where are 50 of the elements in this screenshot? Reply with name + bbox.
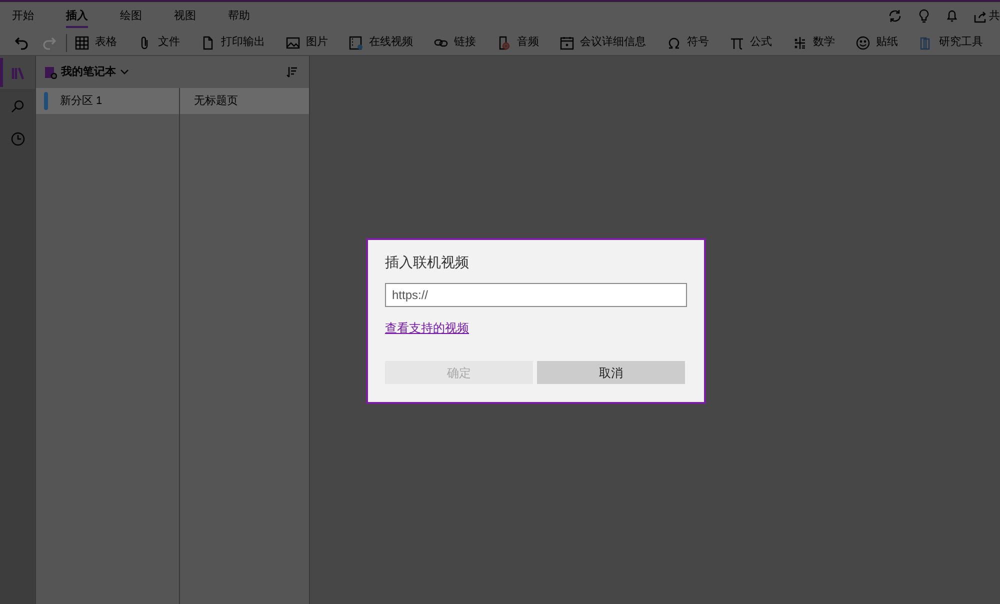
math-icon bbox=[793, 36, 807, 50]
smiley-icon bbox=[856, 36, 870, 50]
bell-icon bbox=[946, 9, 958, 23]
calendar-icon bbox=[560, 36, 574, 50]
toolbar-button[interactable]: 音频 bbox=[493, 30, 543, 55]
ribbon-tab[interactable]: 绘图 bbox=[111, 2, 151, 30]
section-label: 新分区 1 bbox=[60, 94, 102, 109]
toolbar-button[interactable]: 数学 bbox=[789, 30, 839, 55]
toolbar-button[interactable]: 图片 bbox=[282, 30, 332, 55]
image-icon bbox=[286, 36, 300, 50]
undo-icon bbox=[14, 36, 28, 50]
toolbar-button[interactable]: 链接 bbox=[430, 30, 480, 55]
toolbar-button[interactable]: 打印输出 bbox=[197, 30, 269, 55]
notebook-selector[interactable]: 我的笔记本 bbox=[44, 64, 129, 80]
share-icon bbox=[974, 10, 987, 22]
audio-icon bbox=[497, 36, 511, 50]
sync-icon bbox=[888, 9, 902, 23]
ribbon-tab[interactable]: 帮助 bbox=[219, 2, 259, 30]
pi-icon bbox=[730, 36, 744, 50]
toolbar-button[interactable]: 文件 bbox=[134, 30, 184, 55]
clock-icon bbox=[10, 132, 24, 146]
toolbar-button[interactable]: 符号 bbox=[663, 30, 713, 55]
url-field[interactable]: https:// bbox=[385, 283, 687, 307]
lightbulb-icon bbox=[918, 9, 930, 23]
toolbar-button[interactable]: 贴纸 bbox=[852, 30, 902, 55]
ribbon-tab[interactable]: 插入 bbox=[57, 2, 97, 30]
redo-icon bbox=[42, 36, 56, 50]
omega-icon bbox=[667, 36, 681, 50]
toolbar-button[interactable]: 研究工具 bbox=[915, 30, 987, 55]
table-icon bbox=[75, 36, 89, 50]
sort-icon bbox=[286, 66, 298, 78]
toolbar-button[interactable]: 公式 bbox=[726, 30, 776, 55]
ribbon-tab[interactable]: 视图 bbox=[165, 2, 205, 30]
section-tab[interactable]: 新分区 1 bbox=[36, 88, 179, 114]
document-icon bbox=[201, 36, 215, 50]
notebooks-button[interactable] bbox=[0, 56, 35, 89]
toolbar-button[interactable]: 会议详细信息 bbox=[556, 30, 650, 55]
search-icon bbox=[10, 98, 24, 112]
notebook-icon bbox=[44, 66, 57, 78]
page-item[interactable]: 无标题页 bbox=[180, 88, 309, 114]
cancel-button[interactable]: 取消 bbox=[537, 361, 685, 384]
ribbon-tab[interactable]: 开始 bbox=[3, 2, 43, 30]
share-button[interactable]: 共 bbox=[974, 8, 1000, 24]
chevron-down-icon bbox=[120, 69, 129, 75]
toolbar-button[interactable]: 在线视频 bbox=[345, 30, 417, 55]
toolbar-button[interactable]: 表格 bbox=[71, 30, 121, 55]
dialog-title: 插入联机视频 bbox=[385, 253, 470, 272]
video-icon bbox=[349, 36, 363, 50]
supported-videos-link[interactable]: 查看支持的视频 bbox=[385, 319, 469, 337]
notebooks-icon bbox=[10, 66, 24, 80]
